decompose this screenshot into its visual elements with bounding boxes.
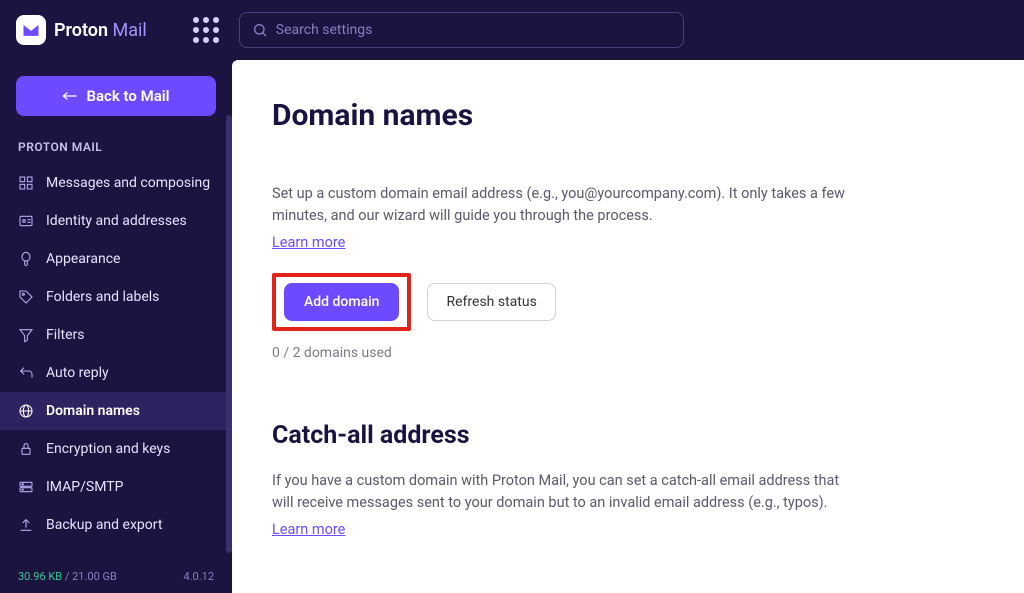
sidebar-item-backup[interactable]: Backup and export — [0, 506, 232, 544]
globe-icon — [18, 403, 34, 419]
catch-all-learn-more-link[interactable]: Learn more — [272, 521, 345, 538]
add-domain-button[interactable]: Add domain — [284, 283, 399, 321]
sidebar-item-autoreply[interactable]: Auto reply — [0, 354, 232, 392]
app-logo[interactable]: Proton Mail — [16, 15, 147, 45]
sidebar-item-label: Identity and addresses — [46, 213, 187, 229]
app-switcher-icon[interactable] — [193, 17, 219, 43]
logo-text: Proton Mail — [54, 20, 147, 41]
brush-icon — [18, 251, 34, 267]
refresh-status-button[interactable]: Refresh status — [427, 283, 555, 321]
arrow-left-icon — [62, 90, 78, 102]
settings-sidebar: Back to Mail PROTON MAIL Messages and co… — [0, 60, 232, 593]
logo-mark-icon — [16, 15, 46, 45]
sidebar-item-appearance[interactable]: Appearance — [0, 240, 232, 278]
funnel-icon — [18, 327, 34, 343]
sidebar-item-encryption[interactable]: Encryption and keys — [0, 430, 232, 468]
sidebar-item-label: Auto reply — [46, 365, 109, 381]
search-icon — [252, 22, 268, 38]
domain-description: Set up a custom domain email address (e.… — [272, 183, 862, 228]
sidebar-nav-list: Messages and composing Identity and addr… — [0, 164, 232, 544]
brand-secondary: Mail — [113, 20, 147, 41]
sidebar-item-label: Filters — [46, 327, 85, 343]
storage-total: / 21.00 GB — [62, 570, 117, 583]
tag-icon — [18, 289, 34, 305]
page-title: Domain names — [272, 98, 984, 133]
grid-icon — [18, 175, 34, 191]
search-container[interactable] — [239, 12, 684, 48]
sidebar-item-imap[interactable]: IMAP/SMTP — [0, 468, 232, 506]
sidebar-item-identity[interactable]: Identity and addresses — [0, 202, 232, 240]
back-button-label: Back to Mail — [86, 87, 169, 105]
sidebar-item-label: Folders and labels — [46, 289, 159, 305]
topbar: Proton Mail — [0, 0, 1024, 60]
sidebar-section-header: PROTON MAIL — [0, 134, 232, 164]
sidebar-footer: 30.96 KB / 21.00 GB 4.0.12 — [0, 560, 232, 593]
main-content: Domain names Set up a custom domain emai… — [232, 60, 1024, 593]
lock-icon — [18, 441, 34, 457]
search-input[interactable] — [276, 22, 671, 38]
catch-all-description: If you have a custom domain with Proton … — [272, 470, 862, 515]
sidebar-item-filters[interactable]: Filters — [0, 316, 232, 354]
sidebar-item-label: Messages and composing — [46, 175, 210, 191]
add-domain-highlight: Add domain — [272, 273, 411, 331]
sidebar-item-folders[interactable]: Folders and labels — [0, 278, 232, 316]
card-icon — [18, 213, 34, 229]
domain-usage-text: 0 / 2 domains used — [272, 345, 984, 361]
sidebar-item-domains[interactable]: Domain names — [0, 392, 232, 430]
learn-more-link[interactable]: Learn more — [272, 234, 345, 251]
brand-primary: Proton — [54, 20, 108, 41]
back-to-mail-button[interactable]: Back to Mail — [16, 76, 216, 116]
action-button-row: Add domain Refresh status — [272, 273, 984, 331]
server-icon — [18, 479, 34, 495]
reply-icon — [18, 365, 34, 381]
upload-icon — [18, 517, 34, 533]
sidebar-item-label: Backup and export — [46, 517, 162, 533]
sidebar-item-label: Encryption and keys — [46, 441, 170, 457]
sidebar-item-label: Appearance — [46, 251, 120, 267]
sidebar-item-messages[interactable]: Messages and composing — [0, 164, 232, 202]
sidebar-item-label: IMAP/SMTP — [46, 479, 123, 495]
sidebar-item-label: Domain names — [46, 403, 140, 419]
storage-used: 30.96 KB — [18, 570, 62, 583]
app-version: 4.0.12 — [183, 570, 214, 583]
catch-all-heading: Catch-all address — [272, 421, 984, 450]
